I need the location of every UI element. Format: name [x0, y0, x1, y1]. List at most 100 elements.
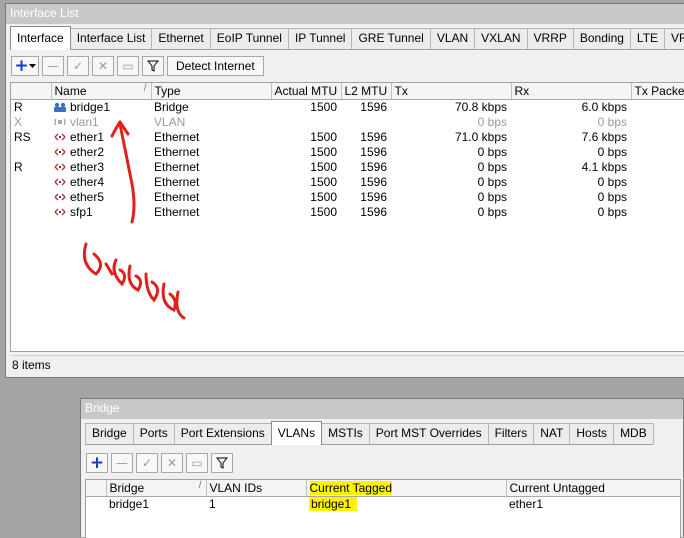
interface-tabs: Interface Interface List Ethernet EoIP T… — [10, 26, 684, 50]
tab-interface-list[interactable]: Interface List — [69, 28, 153, 49]
cell-l2-mtu: 1596 — [360, 129, 387, 144]
tab-filters[interactable]: Filters — [487, 423, 535, 444]
disabled-annotation: disabled — [82, 120, 186, 320]
tab-ethernet[interactable]: Ethernet — [151, 28, 211, 49]
tab-vlan[interactable]: VLAN — [429, 28, 476, 49]
col-rx[interactable]: Rx — [511, 83, 632, 100]
cell-flags — [11, 189, 51, 204]
cell-rx: 7.6 kbps — [581, 129, 627, 144]
tab-bridge[interactable]: Bridge — [85, 423, 134, 444]
tab-lte[interactable]: LTE — [629, 28, 666, 49]
cell-flags: X — [14, 114, 23, 129]
tab-hosts[interactable]: Hosts — [569, 423, 615, 444]
tab-vrf[interactable]: VRF — [664, 28, 684, 49]
remove-button[interactable]: — — [111, 453, 133, 473]
cell-flags: R — [14, 99, 23, 114]
cell-tx: 0 bps — [477, 204, 507, 219]
disable-button[interactable]: ✕ — [92, 56, 114, 76]
cell-l2-mtu: 1596 — [360, 174, 387, 189]
tab-vxlan[interactable]: VXLAN — [474, 28, 528, 49]
tab-mdb[interactable]: MDB — [613, 423, 654, 444]
tab-vrrp[interactable]: VRRP — [526, 28, 574, 49]
col-tx[interactable]: Tx — [391, 83, 512, 100]
tagged-highlight: bridge1 — [309, 496, 358, 511]
comment-button[interactable]: ▭ — [117, 56, 139, 76]
cell-l2-mtu — [341, 114, 391, 129]
cell-l2-mtu: 1596 — [360, 144, 387, 159]
tab-gre-tunnel[interactable]: GRE Tunnel — [351, 28, 431, 49]
tab-vlans[interactable]: VLANs — [270, 421, 323, 445]
add-button[interactable]: + — [86, 453, 108, 473]
table-row[interactable]: bridge1 1 bridge1 ether1 — [86, 496, 680, 511]
filter-button[interactable] — [142, 56, 164, 76]
detect-internet-button[interactable]: Detect Internet — [167, 56, 264, 76]
cell-rx: 6.0 kbps — [581, 99, 627, 114]
tab-interface[interactable]: Interface — [10, 26, 71, 50]
bridge-toolbar: + — ✓ ✕ ▭ — [86, 451, 236, 475]
bridge-titlebar[interactable]: Bridge — [81, 399, 683, 419]
col-tx-packet[interactable]: Tx Packet — [631, 83, 684, 100]
cell-actual-mtu: 1500 — [310, 159, 337, 174]
col-current-tagged-label: Current Tagged — [309, 480, 392, 495]
cell-l2-mtu: 1596 — [360, 204, 387, 219]
vlan-table-header: Bridge / VLAN IDs Current Tagged Current … — [86, 480, 680, 497]
remove-button[interactable]: — — [42, 56, 64, 76]
cell-rx: 0 bps — [597, 204, 627, 219]
tab-bonding[interactable]: Bonding — [572, 28, 631, 49]
vlan-table: Bridge / VLAN IDs Current Tagged Current … — [85, 479, 681, 538]
cell-actual-mtu — [271, 114, 341, 129]
comment-button[interactable]: ▭ — [186, 453, 208, 473]
filter-button[interactable] — [211, 453, 233, 473]
cross-icon: ✕ — [97, 59, 109, 73]
interface-toolbar: + — ✓ ✕ ▭ Detect Internet — [11, 54, 267, 78]
col-flags[interactable] — [86, 480, 107, 497]
cell-l2-mtu: 1596 — [360, 159, 387, 174]
disable-button[interactable]: ✕ — [161, 453, 183, 473]
col-actual-mtu[interactable]: Actual MTU — [271, 83, 342, 100]
tab-eoip-tunnel[interactable]: EoIP Tunnel — [209, 28, 289, 49]
tab-port-mst-overrides[interactable]: Port MST Overrides — [368, 423, 489, 444]
cell-tx: 71.0 kbps — [454, 129, 507, 144]
table-row[interactable]: Rbridge1 Bridge 1500 1596 70.8 kbps 6.0 kbps — [11, 99, 684, 114]
cell-actual-mtu: 1500 — [310, 129, 337, 144]
add-button[interactable]: + — [11, 56, 39, 76]
check-icon: ✓ — [141, 456, 153, 470]
interface-list-titlebar[interactable]: Interface List — [6, 4, 684, 24]
cell-l2-mtu: 1596 — [360, 189, 387, 204]
col-type[interactable]: Type — [151, 83, 272, 100]
cell-actual-mtu: 1500 — [310, 189, 337, 204]
col-current-untagged[interactable]: Current Untagged — [506, 480, 680, 497]
cell-tx: 0 bps — [477, 114, 507, 129]
check-icon: ✓ — [72, 59, 84, 73]
cell-current-tagged: bridge1 — [306, 496, 506, 511]
filter-icon — [216, 457, 228, 469]
col-flags[interactable] — [11, 83, 52, 100]
col-bridge[interactable]: Bridge / — [106, 480, 207, 497]
tab-port-extensions[interactable]: Port Extensions — [173, 423, 272, 444]
col-vlan-ids[interactable]: VLAN IDs — [206, 480, 307, 497]
tab-ip-tunnel[interactable]: IP Tunnel — [287, 28, 353, 49]
chevron-down-icon — [28, 63, 36, 68]
cell-flags — [86, 496, 106, 511]
cell-rx: 0 bps — [597, 174, 627, 189]
cell-flags: R — [14, 159, 23, 174]
col-name[interactable]: Name / — [51, 83, 152, 100]
enable-button[interactable]: ✓ — [67, 56, 89, 76]
cell-bridge: bridge1 — [109, 496, 150, 511]
cell-tx-packet — [631, 144, 684, 159]
cell-tx: 70.8 kbps — [454, 99, 507, 114]
col-current-tagged[interactable]: Current Tagged — [306, 480, 507, 497]
tab-nat[interactable]: NAT — [533, 423, 571, 444]
plus-icon: + — [14, 56, 29, 76]
minus-icon: — — [47, 59, 59, 73]
filter-icon — [147, 60, 159, 72]
tab-mstis[interactable]: MSTIs — [321, 423, 370, 444]
cell-actual-mtu: 1500 — [310, 174, 337, 189]
sort-icon: / — [143, 83, 147, 94]
tab-ports[interactable]: Ports — [132, 423, 175, 444]
enable-button[interactable]: ✓ — [136, 453, 158, 473]
bridge-window: Bridge Bridge Ports Port Extensions VLAN… — [80, 398, 684, 538]
col-l2-mtu[interactable]: L2 MTU — [341, 83, 392, 100]
item-count: 8 items — [12, 358, 51, 372]
cell-rx: 4.1 kbps — [581, 159, 627, 174]
